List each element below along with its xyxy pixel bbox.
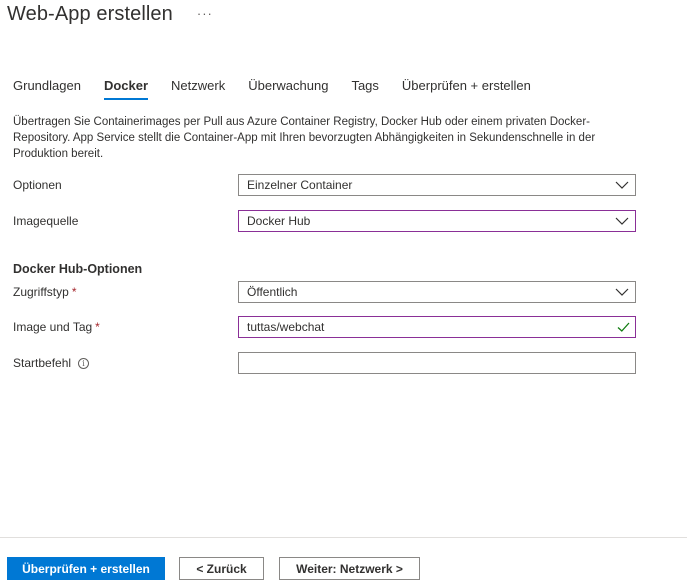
- access-type-dropdown[interactable]: Öffentlich: [238, 281, 636, 303]
- image-source-row: Imagequelle Docker Hub: [13, 210, 636, 232]
- wizard-footer: Überprüfen + erstellen < Zurück Weiter: …: [0, 537, 687, 588]
- access-type-label: Zugriffstyp *: [13, 285, 238, 299]
- tab-grundlagen[interactable]: Grundlagen: [13, 78, 81, 98]
- review-create-button[interactable]: Überprüfen + erstellen: [7, 557, 165, 580]
- start-command-row: Startbefehl i: [13, 352, 636, 374]
- options-dropdown[interactable]: Einzelner Container: [238, 174, 636, 196]
- tab-ueberpruefen-erstellen[interactable]: Überprüfen + erstellen: [402, 78, 531, 98]
- image-tag-value: tuttas/webchat: [247, 320, 325, 334]
- wizard-tabs: Grundlagen Docker Netzwerk Überwachung T…: [13, 78, 554, 100]
- more-options-icon[interactable]: ···: [197, 7, 213, 20]
- tab-ueberwachung[interactable]: Überwachung: [248, 78, 328, 98]
- required-marker: *: [95, 320, 100, 334]
- back-button[interactable]: < Zurück: [179, 557, 264, 580]
- start-command-label: Startbefehl i: [13, 356, 238, 370]
- image-source-dropdown[interactable]: Docker Hub: [238, 210, 636, 232]
- tab-netzwerk[interactable]: Netzwerk: [171, 78, 225, 98]
- options-label: Optionen: [13, 178, 238, 192]
- access-type-value: Öffentlich: [247, 285, 298, 299]
- docker-description: Übertragen Sie Containerimages per Pull …: [13, 116, 596, 160]
- options-value: Einzelner Container: [247, 178, 353, 192]
- image-tag-input[interactable]: tuttas/webchat: [238, 316, 636, 338]
- tab-tags[interactable]: Tags: [351, 78, 378, 98]
- title-row: Web-App erstellen ···: [7, 3, 213, 26]
- docker-hub-options-heading: Docker Hub-Optionen: [13, 262, 143, 276]
- access-type-label-text: Zugriffstyp: [13, 285, 69, 299]
- tab-docker[interactable]: Docker: [103, 78, 149, 100]
- next-networking-button[interactable]: Weiter: Netzwerk >: [279, 557, 420, 580]
- required-marker: *: [71, 285, 77, 299]
- access-type-row: Zugriffstyp * Öffentlich: [13, 281, 636, 303]
- image-source-label-text: Imagequelle: [13, 214, 79, 228]
- options-row: Optionen Einzelner Container: [13, 174, 636, 196]
- page-title: Web-App erstellen: [7, 3, 173, 25]
- checkmark-icon: [617, 322, 630, 332]
- image-tag-row: Image und Tag * tuttas/webchat: [13, 316, 636, 338]
- chevron-down-icon: [615, 288, 629, 296]
- image-source-value: Docker Hub: [247, 214, 311, 228]
- image-source-label: Imagequelle: [13, 214, 238, 228]
- chevron-down-icon: [615, 217, 629, 225]
- options-label-text: Optionen: [13, 178, 62, 192]
- info-icon[interactable]: i: [78, 357, 90, 369]
- start-command-label-text: Startbefehl: [13, 356, 72, 370]
- image-tag-label-text: Image und Tag: [13, 320, 93, 334]
- image-tag-label: Image und Tag *: [13, 320, 238, 334]
- start-command-input[interactable]: [238, 352, 636, 374]
- chevron-down-icon: [615, 181, 629, 189]
